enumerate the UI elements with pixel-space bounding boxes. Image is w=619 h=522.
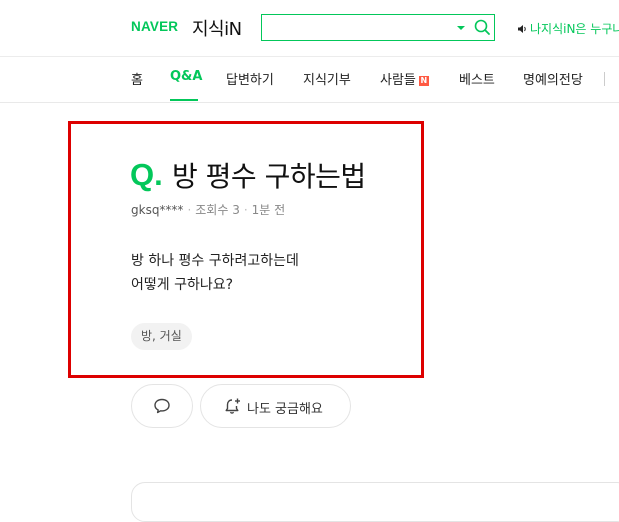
curious-label: 나도 궁금해요 [247,402,323,417]
speaker-icon [518,25,526,33]
question-mark: Q. [130,157,163,192]
header: NAVER 지식iN 나지식iN은 누구나 [0,0,619,57]
question-body: 방 하나 평수 구하려고하는데 어떻게 구하나요? [131,249,299,297]
question-meta: gksq**** · 조회수 3 · 1분 전 [131,201,285,218]
comment-icon [154,398,170,414]
nav-answer[interactable]: 답변하기 [226,69,274,88]
active-tab-indicator [170,99,198,101]
notice-link[interactable]: 나지식iN은 누구나 [517,20,619,37]
author-name[interactable]: gksq**** [131,203,183,217]
comment-button[interactable] [131,384,193,428]
chevron-down-icon[interactable] [457,26,465,30]
view-count: 조회수 3 [195,203,240,217]
search-box [261,14,495,41]
search-icon[interactable] [473,18,491,36]
nav-qna[interactable]: Q&A [170,69,202,84]
search-input[interactable] [268,18,452,39]
question-body-line: 어떻게 구하나요? [131,277,234,293]
jisikin-logo[interactable]: 지식iN [192,15,242,41]
main-nav: 홈 Q&A 답변하기 지식기부 사람들 N 베스트 명예의전당 [0,57,619,103]
nav-people-label: 사람들 [380,73,416,88]
nav-divider [604,72,605,86]
post-time: 1분 전 [251,203,286,217]
nav-hall-of-fame[interactable]: 명예의전당 [523,69,583,88]
meta-separator: · [187,203,192,217]
question-body-line: 방 하나 평수 구하려고하는데 [131,253,299,269]
bell-plus-icon [225,398,240,414]
curious-button[interactable]: 나도 궁금해요 [200,384,351,428]
meta-separator: · [243,203,248,217]
nav-donate[interactable]: 지식기부 [303,69,351,88]
new-badge: N [418,76,429,86]
notice-text: 나지식iN은 누구나 [530,22,619,36]
nav-best[interactable]: 베스트 [459,69,495,88]
answer-card [131,482,619,522]
tag-chip[interactable]: 방, 거실 [131,323,192,350]
nav-home[interactable]: 홈 [131,69,143,88]
naver-logo[interactable]: NAVER [131,19,178,34]
question-title: 방 평수 구하는법 [172,160,366,193]
nav-people[interactable]: 사람들 N [380,69,429,88]
